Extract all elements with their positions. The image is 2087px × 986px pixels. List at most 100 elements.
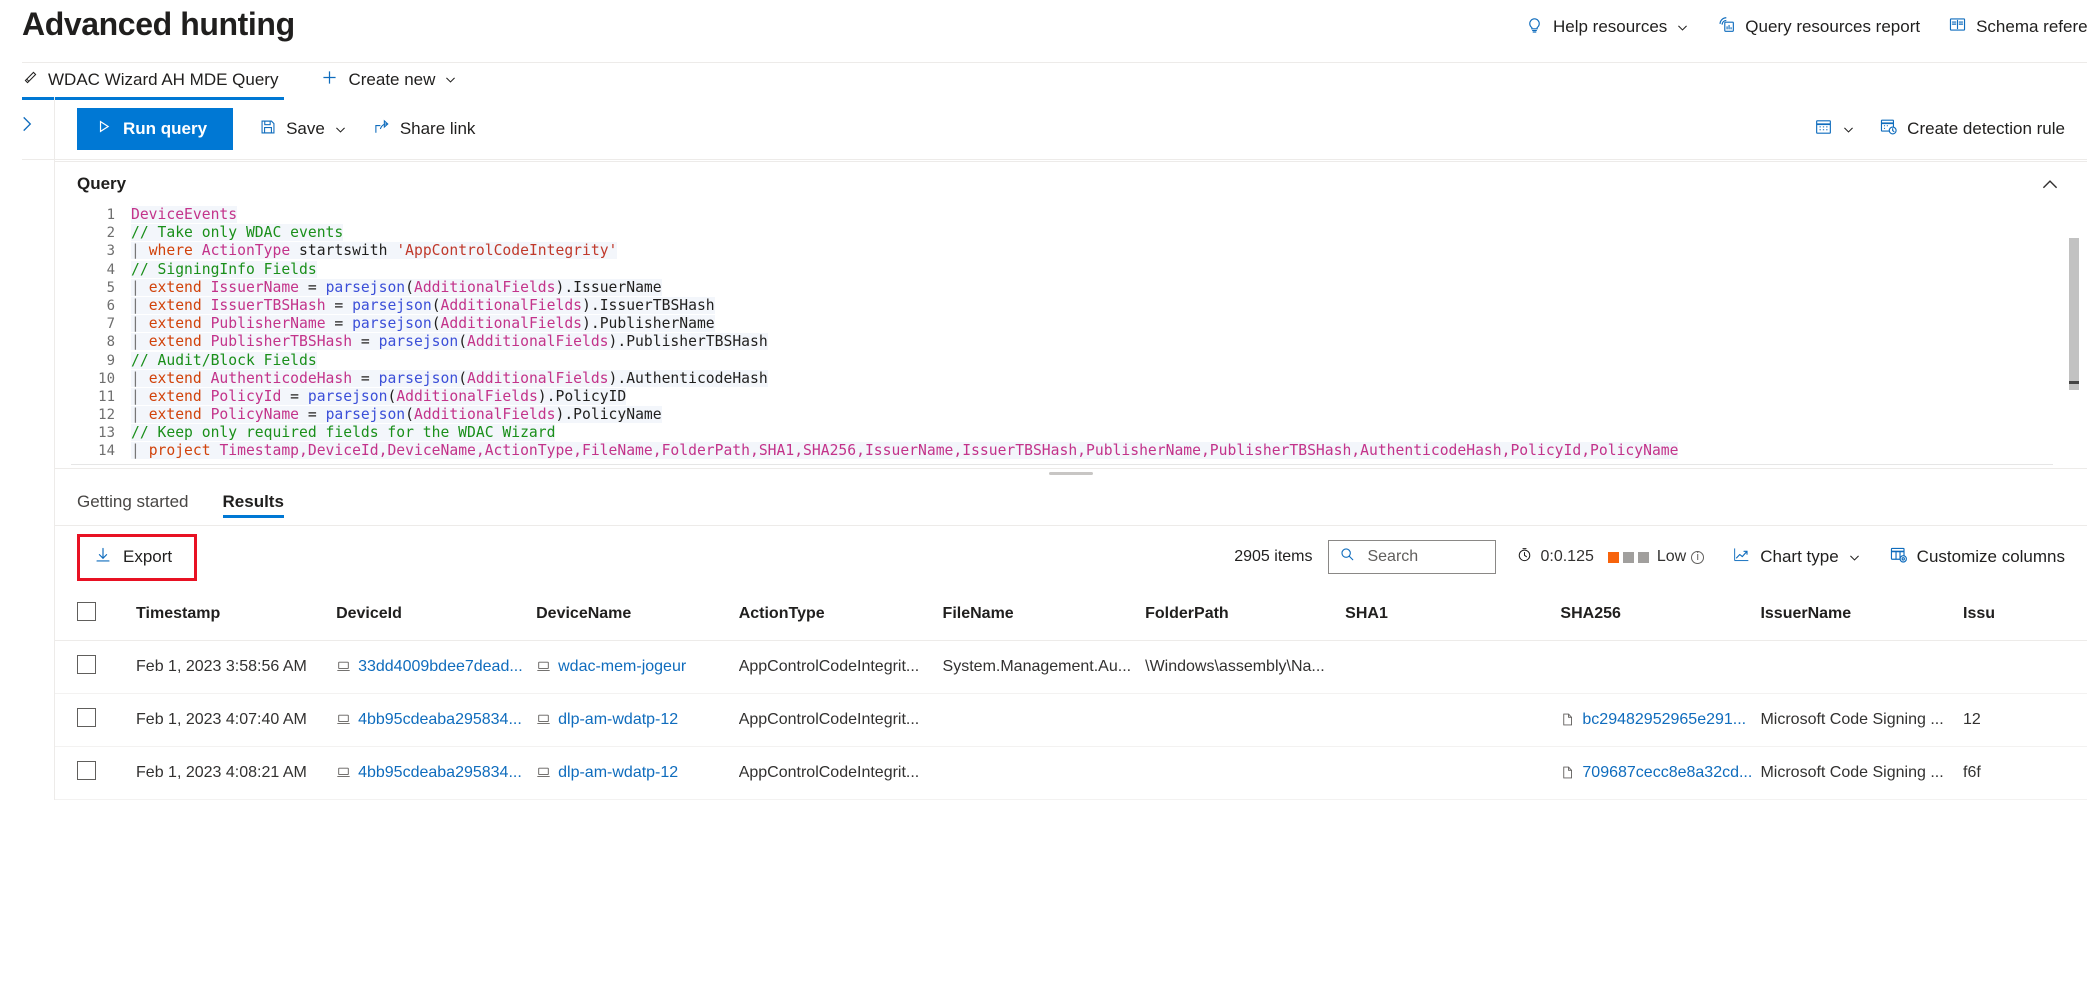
tab-results[interactable]: Results	[223, 478, 284, 526]
column-header-timestamp[interactable]: Timestamp	[136, 588, 336, 641]
code-token: |	[131, 242, 149, 259]
cell-issuername-value: Microsoft Code Signing ...	[1760, 711, 1943, 728]
line-number: 13	[55, 424, 131, 442]
table-row[interactable]: Feb 1, 2023 3:58:56 AM 33dd4009bdee7dead.…	[55, 641, 2087, 694]
code-token: =	[299, 406, 326, 423]
cell-deviceid-value[interactable]: 4bb95cdeaba295834...	[358, 764, 522, 781]
customize-columns-button[interactable]: Customize columns	[1889, 545, 2065, 569]
query-panel-resize-handle[interactable]	[55, 468, 2087, 478]
cell-sha256[interactable]	[1560, 641, 1760, 694]
column-header-actiontype[interactable]: ActionType	[739, 588, 943, 641]
cell-actiontype: AppControlCodeIntegrit...	[739, 694, 943, 747]
create-new-label: Create new	[348, 70, 435, 90]
code-token: ).IssuerName	[555, 279, 661, 296]
tab-wdac-wizard-ah-mde-query[interactable]: WDAC Wizard AH MDE Query	[22, 62, 284, 97]
column-header-devicename[interactable]: DeviceName	[536, 588, 739, 641]
chevron-down-icon	[1842, 123, 1855, 136]
schema-reference-button[interactable]: Schema reference	[1948, 15, 2087, 39]
create-detection-rule-button[interactable]: Create detection rule	[1879, 117, 2065, 141]
share-link-button[interactable]: Share link	[373, 118, 476, 141]
cell-issuertbshash-value: f6f	[1963, 764, 1981, 781]
code-token: ).AuthenticodeHash	[609, 370, 768, 387]
code-token: parsejson	[326, 279, 406, 296]
cell-timestamp-value: Feb 1, 2023 4:08:21 AM	[136, 764, 307, 781]
expand-sidebar-icon[interactable]	[16, 113, 38, 140]
code-token: parsejson	[308, 388, 388, 405]
select-all-checkbox[interactable]	[77, 602, 96, 621]
cell-deviceid[interactable]: 33dd4009bdee7dead...	[336, 641, 536, 694]
code-token: PublisherTBSHash	[211, 333, 352, 350]
cell-devicename[interactable]: dlp-am-wdatp-12	[536, 694, 739, 747]
help-resources-button[interactable]: Help resources	[1525, 15, 1689, 39]
editor-bottom-rule	[71, 464, 2053, 465]
column-header-folderpath[interactable]: FolderPath	[1145, 588, 1345, 641]
row-checkbox[interactable]	[77, 708, 96, 727]
column-header-sha256[interactable]: SHA256	[1560, 588, 1760, 641]
cell-devicename[interactable]: wdac-mem-jogeur	[536, 641, 739, 694]
column-header-issuertbshash[interactable]: Issu	[1963, 588, 2087, 641]
line-number: 6	[55, 297, 131, 315]
code-token: parsejson	[352, 297, 432, 314]
table-row[interactable]: Feb 1, 2023 4:08:21 AM 4bb95cdeaba295834.…	[55, 747, 2087, 800]
cell-timestamp-value: Feb 1, 2023 3:58:56 AM	[136, 658, 307, 675]
code-token: parsejson	[379, 333, 459, 350]
export-button[interactable]: Export	[77, 534, 197, 581]
line-number: 1	[55, 206, 131, 224]
chart-type-button[interactable]: Chart type	[1732, 545, 1860, 569]
cell-deviceid-value[interactable]: 4bb95cdeaba295834...	[358, 711, 522, 728]
tab-getting-started[interactable]: Getting started	[77, 478, 189, 526]
row-checkbox[interactable]	[77, 761, 96, 780]
line-number: 9	[55, 352, 131, 370]
code-token: (	[405, 279, 414, 296]
query-command-bar: Run query Save	[55, 97, 2087, 161]
table-row[interactable]: Feb 1, 2023 4:07:40 AM 4bb95cdeaba295834.…	[55, 694, 2087, 747]
cell-filename	[943, 747, 1146, 800]
code-line: 1DeviceEvents	[55, 206, 2087, 224]
create-new-button[interactable]: Create new	[320, 68, 457, 92]
column-header-issuername[interactable]: IssuerName	[1760, 588, 1963, 641]
cell-sha256-value[interactable]: bc29482952965e291...	[1582, 711, 1746, 728]
code-token: (	[387, 388, 396, 405]
code-token: PublisherName	[211, 315, 326, 332]
cell-deviceid[interactable]: 4bb95cdeaba295834...	[336, 694, 536, 747]
cell-issuertbshash: 12	[1963, 694, 2087, 747]
search-input[interactable]	[1365, 547, 1485, 567]
column-header-sha1[interactable]: SHA1	[1345, 588, 1560, 641]
column-header-deviceid[interactable]: DeviceId	[336, 588, 536, 641]
row-checkbox[interactable]	[77, 655, 96, 674]
cell-devicename-value[interactable]: dlp-am-wdatp-12	[558, 764, 678, 781]
code-token: extend	[149, 370, 211, 387]
query-tabstrip: WDAC Wizard AH MDE Query Create new	[22, 62, 2087, 97]
column-header-filename[interactable]: FileName	[943, 588, 1146, 641]
resize-grip	[1049, 472, 1093, 475]
query-editor[interactable]: 1DeviceEvents2// Take only WDAC events3|…	[55, 206, 2087, 468]
cell-timestamp-value: Feb 1, 2023 4:07:40 AM	[136, 711, 307, 728]
cell-sha256[interactable]: 709687cecc8e8a32cd...	[1560, 747, 1760, 800]
cell-devicename-value[interactable]: wdac-mem-jogeur	[558, 658, 686, 675]
run-query-button[interactable]: Run query	[77, 108, 233, 150]
save-button[interactable]: Save	[259, 118, 347, 141]
editor-scrollbar-thumb[interactable]	[2069, 238, 2079, 390]
cell-sha256[interactable]: bc29482952965e291...	[1560, 694, 1760, 747]
code-token: AdditionalFields	[467, 333, 608, 350]
cell-deviceid-value[interactable]: 33dd4009bdee7dead...	[358, 658, 523, 675]
cell-deviceid[interactable]: 4bb95cdeaba295834...	[336, 747, 536, 800]
cell-devicename-value[interactable]: dlp-am-wdatp-12	[558, 711, 678, 728]
cell-timestamp: Feb 1, 2023 4:08:21 AM	[136, 747, 336, 800]
search-box[interactable]	[1328, 540, 1496, 574]
cell-devicename[interactable]: dlp-am-wdatp-12	[536, 747, 739, 800]
chevron-up-icon[interactable]	[2039, 174, 2061, 201]
code-token: extend	[149, 279, 211, 296]
time-range-button[interactable]	[1814, 117, 1855, 141]
save-icon	[259, 118, 277, 141]
query-resources-report-button[interactable]: Query resources report	[1717, 15, 1920, 39]
cell-sha256-value[interactable]: 709687cecc8e8a32cd...	[1582, 764, 1752, 781]
editor-scrollbar[interactable]	[2069, 218, 2079, 448]
code-line: 8| extend PublisherTBSHash = parsejson(A…	[55, 333, 2087, 351]
code-line: 4// SigningInfo Fields	[55, 261, 2087, 279]
info-icon[interactable]: i	[1691, 551, 1704, 564]
query-code[interactable]: 1DeviceEvents2// Take only WDAC events3|…	[55, 206, 2087, 461]
columns-settings-icon	[1889, 545, 1908, 569]
query-resources-report-label: Query resources report	[1745, 17, 1920, 37]
device-icon	[336, 765, 351, 780]
